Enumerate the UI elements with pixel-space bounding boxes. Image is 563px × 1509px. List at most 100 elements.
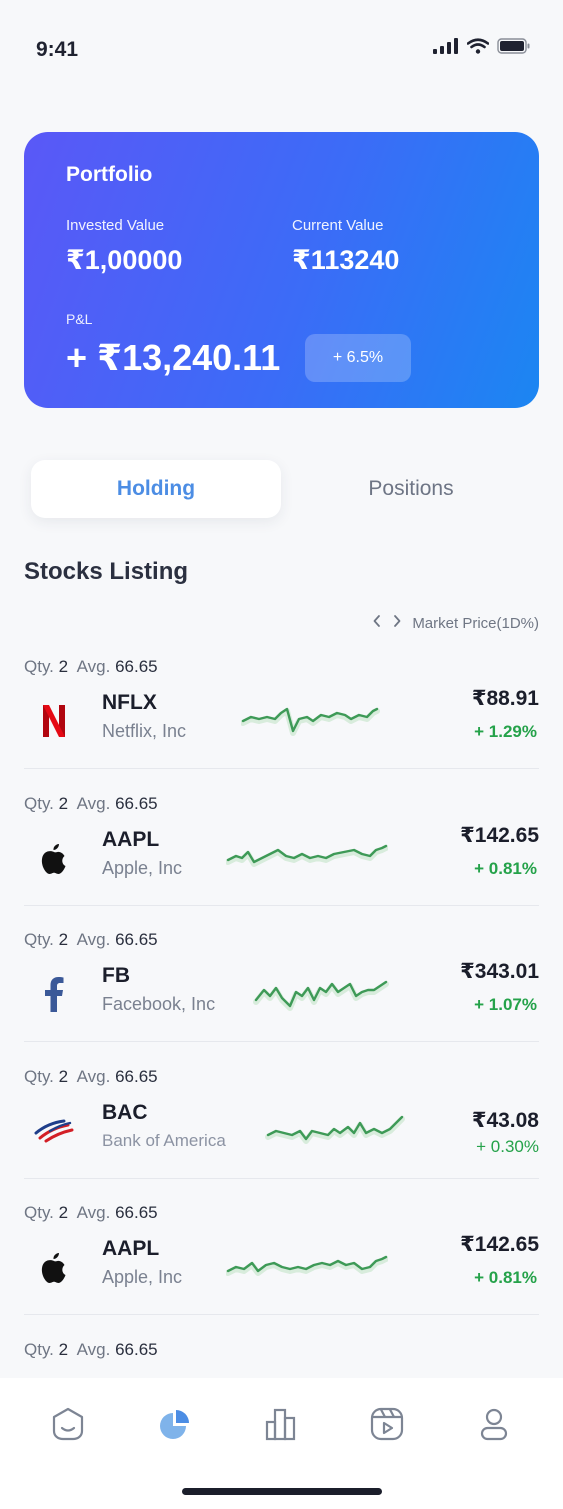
pl-label: P&L <box>66 311 93 327</box>
current-value: ₹113240 <box>292 245 400 275</box>
invested-value-label: Invested Value <box>66 217 165 234</box>
stock-price: ₹142.65 <box>460 824 539 847</box>
stock-price: ₹88.91 <box>471 687 539 710</box>
qty-value: 2 <box>58 657 69 676</box>
stock-symbol: FB <box>102 964 130 987</box>
stock-row-nflx[interactable]: Qty. 2 Avg. 66.65 NFLX Netflix, Inc ₹88.… <box>24 657 539 793</box>
current-value-label: Current Value <box>292 217 384 234</box>
stock-sparkline <box>226 844 388 867</box>
bar-chart-icon[interactable] <box>261 1404 301 1444</box>
portfolio-pie-icon[interactable] <box>155 1404 195 1444</box>
tab-positions[interactable]: Positions <box>286 460 536 518</box>
qty-value: 2 <box>58 1203 69 1222</box>
qty-label: Qty. <box>24 794 54 813</box>
wifi-icon <box>467 38 489 54</box>
row-divider <box>24 1178 539 1179</box>
stock-symbol: AAPL <box>102 828 160 851</box>
portfolio-card: Portfolio Invested Value ₹1,00000 Curren… <box>24 132 539 408</box>
bank-of-america-logo <box>34 1111 74 1151</box>
avg-label: Avg. <box>76 1340 111 1359</box>
market-price-label: Market Price(1D%) <box>412 614 539 632</box>
tab-holding[interactable]: Holding <box>31 460 281 518</box>
qty-label: Qty. <box>24 1203 54 1222</box>
stock-qty-avg: Qty. 2 Avg. 66.65 <box>24 1203 158 1223</box>
portfolio-title: Portfolio <box>66 163 153 186</box>
avg-value: 66.65 <box>115 1067 158 1086</box>
stock-company-name: Apple, Inc <box>102 858 183 878</box>
status-time: 9:41 <box>36 38 79 61</box>
row-divider <box>24 905 539 906</box>
signal-icon <box>433 38 458 54</box>
stock-symbol: NFLX <box>102 691 157 714</box>
qty-label: Qty. <box>24 1340 54 1359</box>
qty-value: 2 <box>58 930 69 949</box>
avg-value: 66.65 <box>115 657 158 676</box>
stock-price: ₹142.65 <box>460 1233 539 1256</box>
stock-price: ₹343.01 <box>460 960 539 983</box>
chevron-left-icon[interactable] <box>372 614 382 632</box>
stock-change: + 1.29% <box>474 722 537 741</box>
stock-sparkline <box>265 1115 405 1144</box>
stock-company-name: Netflix, Inc <box>102 721 187 741</box>
netflix-logo <box>34 701 74 741</box>
avg-value: 66.65 <box>115 1203 158 1222</box>
stock-change: + 0.30% <box>476 1137 539 1156</box>
stock-change: + 1.07% <box>474 995 537 1014</box>
invested-value: ₹1,00000 <box>66 245 183 275</box>
status-bar: 9:41 <box>0 0 563 100</box>
stock-company-name: Apple, Inc <box>102 1267 183 1287</box>
apple-logo <box>34 1247 74 1287</box>
facebook-logo <box>34 974 74 1014</box>
qty-label: Qty. <box>24 1067 54 1086</box>
video-icon[interactable] <box>367 1404 407 1444</box>
chevron-right-icon[interactable] <box>392 614 402 632</box>
home-icon[interactable] <box>48 1404 88 1444</box>
stock-sparkline <box>253 980 389 1011</box>
avg-label: Avg. <box>76 1203 111 1222</box>
home-indicator <box>182 1488 382 1495</box>
qty-value: 2 <box>58 1340 69 1359</box>
stock-row-aapl-2[interactable]: Qty. 2 Avg. 66.65 AAPL Apple, Inc ₹142.6… <box>24 1203 539 1339</box>
stock-company-name: Facebook, Inc <box>102 994 216 1014</box>
stock-price: ₹43.08 <box>471 1109 539 1132</box>
avg-label: Avg. <box>76 930 111 949</box>
row-divider <box>24 768 539 769</box>
pl-percent-badge: + 6.5% <box>305 334 411 382</box>
stock-row-aapl[interactable]: Qty. 2 Avg. 66.65 AAPL Apple, Inc ₹142.6… <box>24 794 539 930</box>
stock-change: + 0.81% <box>474 859 537 878</box>
qty-label: Qty. <box>24 930 54 949</box>
apple-logo <box>34 838 74 878</box>
stock-row-bac[interactable]: Qty. 2 Avg. 66.65 BAC Bank of America ₹4… <box>24 1067 539 1203</box>
stock-qty-avg: Qty. 2 Avg. 66.65 <box>24 1067 158 1087</box>
avg-label: Avg. <box>76 657 111 676</box>
avg-value: 66.65 <box>115 794 158 813</box>
pl-value: + ₹13,240.11 <box>66 337 281 378</box>
stock-symbol: BAC <box>102 1101 148 1124</box>
stock-symbol: AAPL <box>102 1237 160 1260</box>
stock-sparkline <box>226 1255 388 1276</box>
avg-value: 66.65 <box>115 1340 158 1359</box>
qty-value: 2 <box>58 1067 69 1086</box>
stock-qty-avg: Qty. 2 Avg. 66.65 <box>24 657 158 677</box>
avg-value: 66.65 <box>115 930 158 949</box>
avg-label: Avg. <box>76 794 111 813</box>
stock-change: + 0.81% <box>474 1268 537 1287</box>
battery-icon <box>497 38 530 54</box>
profile-icon[interactable] <box>474 1404 514 1444</box>
row-divider <box>24 1314 539 1315</box>
holding-positions-tabs: Holding Positions <box>24 455 539 521</box>
stocks-listing-title: Stocks Listing <box>24 558 189 585</box>
stock-row-fb[interactable]: Qty. 2 Avg. 66.65 FB Facebook, Inc ₹343.… <box>24 930 539 1066</box>
market-price-toggle[interactable]: Market Price(1D%) <box>372 614 539 632</box>
stock-sparkline <box>241 707 380 736</box>
stock-qty-avg: Qty. 2 Avg. 66.65 <box>24 930 158 950</box>
qty-label: Qty. <box>24 657 54 676</box>
avg-label: Avg. <box>76 1067 111 1086</box>
qty-value: 2 <box>58 794 69 813</box>
stock-qty-avg: Qty. 2 Avg. 66.65 <box>24 1340 158 1360</box>
status-icons <box>433 38 531 54</box>
stock-company-name: Bank of America <box>102 1131 226 1150</box>
row-divider <box>24 1041 539 1042</box>
stock-row-partial[interactable]: Qty. 2 Avg. 66.65 <box>24 1340 539 1376</box>
stock-qty-avg: Qty. 2 Avg. 66.65 <box>24 794 158 814</box>
